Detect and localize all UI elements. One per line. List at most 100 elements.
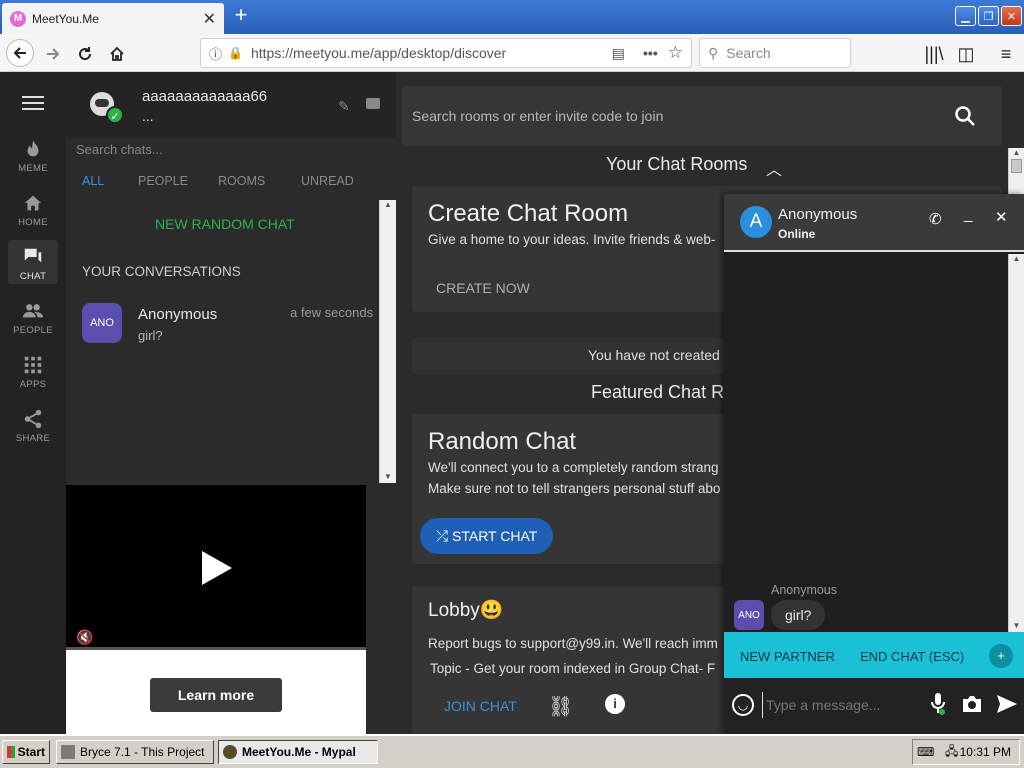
conversation-name: Anonymous <box>138 306 218 323</box>
add-friend-icon[interactable]: + <box>989 644 1013 668</box>
edit-pencil-icon[interactable]: ✎ <box>338 98 350 115</box>
url-text: https://meetyou.me/app/desktop/discover <box>250 45 507 61</box>
chat-scrollbar[interactable]: ▲ ▼ <box>1008 254 1024 632</box>
tab-close-icon[interactable]: ✕ <box>203 9 216 29</box>
phone-call-icon[interactable]: ✆ <box>929 210 942 228</box>
shuffle-icon: ⤮ <box>436 527 449 545</box>
rail-item-meme[interactable]: MEME <box>0 138 66 174</box>
chats-scrollbar[interactable]: ▲ ▼ <box>379 200 396 483</box>
microphone-icon[interactable] <box>930 692 946 716</box>
message-avatar: ANO <box>734 600 764 630</box>
share-icon <box>24 409 42 429</box>
browser-tab[interactable]: M MeetYou.Me ✕ <box>2 3 224 34</box>
rail-item-apps[interactable]: APPS <box>0 354 66 390</box>
close-chat-icon[interactable]: ✕ <box>995 208 1008 226</box>
chat-input-bar: ◡ Type a message... <box>724 678 1024 734</box>
your-rooms-title: Your Chat Rooms <box>606 154 748 174</box>
join-chat-button[interactable]: JOIN CHAT <box>444 698 517 714</box>
close-window-icon[interactable]: ✕ <box>1001 6 1022 26</box>
search-icon[interactable] <box>954 105 976 127</box>
hamburger-menu-icon[interactable] <box>22 96 44 110</box>
flame-icon <box>27 139 39 157</box>
link-icon[interactable]: ⛓ <box>548 694 573 719</box>
taskbar-bryce[interactable]: Bryce 7.1 - This Project <box>56 740 214 764</box>
site-favicon-icon: M <box>10 10 26 27</box>
browser-search-placeholder: Search <box>726 45 771 61</box>
back-icon[interactable] <box>6 39 34 67</box>
reload-icon[interactable] <box>73 42 97 66</box>
conversation-item[interactable]: ANO Anonymous a few seconds girl? <box>66 294 379 352</box>
random-chat-desc-1: We'll connect you to a completely random… <box>428 460 719 475</box>
network-icon[interactable]: 🖧 <box>945 742 958 763</box>
start-button[interactable]: Start <box>2 740 50 764</box>
chat-popup: A Anonymous Online ✆ _ ✕ ▲ ▼ Anonymous A… <box>724 194 1024 734</box>
message-input[interactable]: Type a message... <box>762 692 914 718</box>
room-search-input[interactable]: Search rooms or enter invite code to joi… <box>402 86 1002 146</box>
partner-status: Online <box>778 227 816 241</box>
lobby-topic: Topic - Get your room indexed in Group C… <box>430 661 716 676</box>
online-check-icon: ✓ <box>106 106 124 124</box>
browser-search-field[interactable]: ⚲ Search <box>699 38 851 68</box>
chats-panel: ✓ aaaaaaaaaaaaa66 ... ✎ Search chats... … <box>66 72 396 734</box>
keyboard-icon[interactable]: ⌨ <box>917 745 934 759</box>
search-chats-input[interactable]: Search chats... <box>76 142 388 164</box>
conversations-title: YOUR CONVERSATIONS <box>82 264 241 279</box>
restore-window-icon[interactable]: ❐ <box>978 6 999 26</box>
ad-video[interactable]: 🔇 <box>66 485 366 650</box>
apps-icon <box>24 356 42 374</box>
not-created-text: You have not created a <box>588 347 732 363</box>
user-name: aaaaaaaaaaaaa66 <box>142 88 268 105</box>
bryce-app-icon <box>61 745 75 759</box>
url-bar[interactable]: ⓘ 🔒 https://meetyou.me/app/desktop/disco… <box>200 38 692 68</box>
message-bubble: girl? <box>771 600 826 630</box>
more-actions-icon[interactable]: ••• <box>643 45 658 61</box>
minimize-chat-icon[interactable]: _ <box>964 206 972 223</box>
filter-rooms[interactable]: ROOMS <box>218 174 265 188</box>
chat-popup-header: A Anonymous Online ✆ _ ✕ <box>724 194 1024 252</box>
sidebar-toggle-icon[interactable]: ◫ <box>954 42 978 66</box>
browser-tab-bar: M MeetYou.Me ✕ + ▁ ❐ ✕ <box>0 0 1024 34</box>
message-sender: Anonymous <box>771 583 838 597</box>
random-chat-title: Random Chat <box>428 428 577 455</box>
rail-item-people[interactable]: PEOPLE <box>0 300 66 336</box>
create-now-button[interactable]: CREATE NOW <box>436 280 530 296</box>
create-room-title: Create Chat Room <box>428 200 629 227</box>
menu-icon[interactable]: ≡ <box>994 42 1018 66</box>
start-chat-button[interactable]: ⤮ START CHAT <box>420 518 553 554</box>
library-icon[interactable]: |||\ <box>922 42 946 66</box>
create-room-desc: Give a home to your ideas. Invite friend… <box>428 232 716 247</box>
mute-icon[interactable]: 🔇 <box>76 629 93 646</box>
minimize-window-icon[interactable]: ▁ <box>955 6 976 26</box>
conversation-preview: girl? <box>138 328 163 343</box>
info-icon[interactable]: ⓘ <box>209 44 222 63</box>
home-page-icon[interactable] <box>105 42 129 66</box>
rail-item-share[interactable]: SHARE <box>0 408 66 444</box>
emoji-icon[interactable]: ◡ <box>732 694 754 716</box>
people-icon <box>22 304 44 318</box>
info-icon[interactable]: i <box>605 694 625 714</box>
user-status: ... <box>142 108 154 124</box>
end-chat-button[interactable]: END CHAT (ESC) <box>860 649 964 664</box>
feedback-icon[interactable] <box>366 98 380 109</box>
filter-unread[interactable]: UNREAD <box>301 174 354 188</box>
play-icon[interactable] <box>202 551 232 585</box>
collapse-chevron-up-icon[interactable]: ︿ <box>766 156 782 180</box>
tab-title: MeetYou.Me <box>32 11 99 26</box>
chat-action-bar: NEW PARTNER END CHAT (ESC) + <box>724 632 1024 678</box>
filter-people[interactable]: PEOPLE <box>138 174 188 188</box>
send-icon[interactable] <box>996 694 1018 714</box>
forward-icon[interactable] <box>41 42 65 66</box>
new-random-chat-button[interactable]: NEW RANDOM CHAT <box>155 216 295 232</box>
new-partner-button[interactable]: NEW PARTNER <box>740 649 835 664</box>
reader-view-icon[interactable]: ▤ <box>612 45 625 62</box>
rail-item-chat[interactable]: CHAT <box>8 240 58 284</box>
learn-more-button[interactable]: Learn more <box>150 678 282 712</box>
rail-item-home[interactable]: HOME <box>0 192 66 228</box>
new-tab-icon[interactable]: + <box>230 4 252 27</box>
camera-icon[interactable] <box>961 694 983 714</box>
ad-footer: Learn more <box>66 650 366 734</box>
mypal-app-icon <box>223 745 237 759</box>
filter-all[interactable]: ALL <box>82 174 104 188</box>
taskbar-mypal[interactable]: MeetYou.Me - Mypal <box>218 740 378 764</box>
bookmark-star-icon[interactable]: ☆ <box>668 43 683 63</box>
